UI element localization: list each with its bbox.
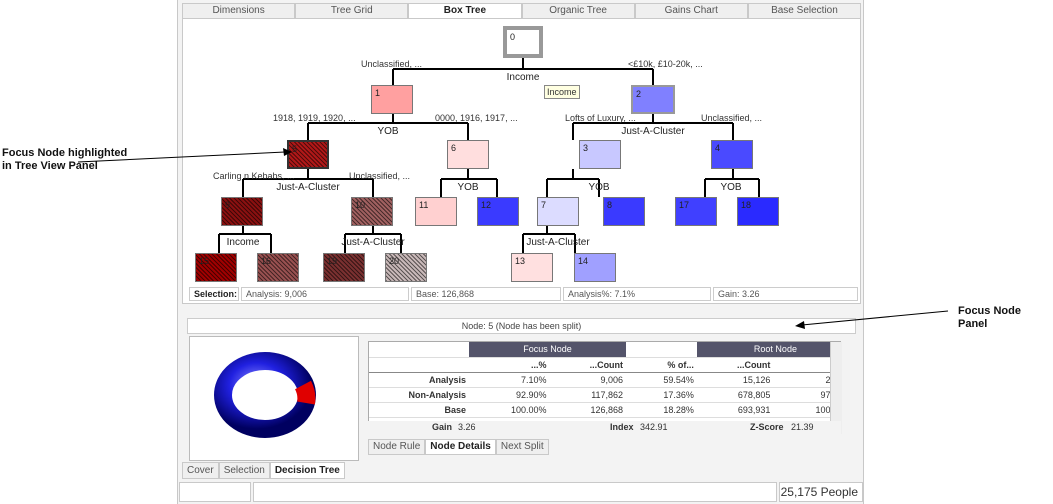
selection-gain: Gain: 3.26 bbox=[713, 287, 858, 301]
branch-label: 1918, 1919, 1920, ... bbox=[273, 113, 356, 123]
tree-node-11[interactable]: 11 bbox=[415, 197, 457, 226]
tab-box-tree[interactable]: Box Tree bbox=[408, 3, 522, 19]
table-group-header: Focus Node Root Node bbox=[369, 342, 830, 358]
table-row[interactable]: Base 100.00%126,86818.28%693,931100.00% bbox=[369, 402, 830, 418]
tab-dimensions[interactable]: Dimensions bbox=[182, 3, 296, 19]
split-var-n5: Just-A-Cluster bbox=[276, 182, 340, 193]
selection-base: Base: 126,868 bbox=[411, 287, 561, 301]
tree-node-9[interactable]: 9 bbox=[221, 197, 263, 226]
branch-label: Unclassified, ... bbox=[701, 113, 763, 123]
col-header: % of... bbox=[626, 357, 697, 373]
gain-value: 3.26 bbox=[458, 422, 476, 432]
tree-node-2[interactable]: 2 bbox=[631, 85, 675, 114]
tree-node-5-focus[interactable]: 5 bbox=[287, 140, 329, 169]
split-var-n4: YOB bbox=[720, 182, 742, 193]
col-header: ...% bbox=[469, 357, 550, 373]
split-var-n3: YOB bbox=[588, 182, 610, 193]
selection-analysis: Analysis: 9,006 bbox=[241, 287, 409, 301]
focus-subtabs: Node Rule Node Details Next Split bbox=[368, 439, 549, 455]
focus-node-panel: Node: 5 (Node has been split) Focus Node… bbox=[182, 309, 861, 461]
tree-node-15[interactable]: 15 bbox=[195, 253, 237, 282]
donut-ring bbox=[214, 352, 316, 438]
tooltip: Income bbox=[544, 85, 580, 99]
split-var-n7: Just-A-Cluster bbox=[526, 237, 590, 248]
col-header: ...% bbox=[773, 357, 830, 373]
top-tabs: Dimensions Tree Grid Box Tree Organic Tr… bbox=[182, 3, 862, 19]
donut-analysis-slice bbox=[294, 380, 316, 405]
tree-node-16[interactable]: 16 bbox=[257, 253, 299, 282]
split-var-n9: Income bbox=[226, 237, 260, 248]
annotation-tree-text: Focus Node highlighted in Tree View Pane… bbox=[2, 147, 128, 172]
tab-base-selection[interactable]: Base Selection bbox=[747, 3, 862, 19]
annotation-tree: Focus Node highlighted in Tree View Pane… bbox=[2, 147, 127, 173]
tree-node-19[interactable]: 19 bbox=[323, 253, 365, 282]
stats-table: Focus Node Root Node ...% ...Count % of.… bbox=[369, 342, 830, 418]
branch-label: 0000, 1916, 1917, ... bbox=[435, 113, 518, 123]
tab-tree-grid[interactable]: Tree Grid bbox=[295, 3, 409, 19]
branch-label: <£10k, £10-20k, ... bbox=[628, 59, 703, 69]
branch-label: Unclassified, ... bbox=[349, 171, 411, 181]
branch-label: Lofts of Luxury, ... bbox=[565, 113, 636, 123]
tree-node-7[interactable]: 7 bbox=[537, 197, 579, 226]
tree-node-3[interactable]: 3 bbox=[579, 140, 621, 169]
tab-selection[interactable]: Selection bbox=[218, 462, 270, 479]
table-column-header: ...% ...Count % of... ...Count ...% bbox=[369, 357, 830, 373]
z-score-value: 21.39 bbox=[791, 422, 814, 432]
table-row[interactable]: Analysis 7.10%9,00659.54%15,1262.18% bbox=[369, 372, 830, 388]
tree-node-14[interactable]: 14 bbox=[574, 253, 616, 282]
tree-node-17[interactable]: 17 bbox=[675, 197, 717, 226]
col-header: ...Count bbox=[549, 357, 627, 373]
tree-node-1[interactable]: 1 bbox=[371, 85, 413, 114]
tree-node-8[interactable]: 8 bbox=[603, 197, 645, 226]
donut-chart bbox=[189, 336, 359, 461]
screenshot: Focus Node highlighted in Tree View Pane… bbox=[0, 0, 1053, 504]
tab-next-split[interactable]: Next Split bbox=[495, 439, 549, 455]
app-window: Dimensions Tree Grid Box Tree Organic Tr… bbox=[177, 0, 864, 504]
status-cell bbox=[179, 482, 251, 502]
tab-node-details[interactable]: Node Details bbox=[425, 439, 496, 455]
selection-label: Selection: bbox=[189, 287, 239, 301]
status-cell bbox=[253, 482, 777, 502]
tab-gains-chart[interactable]: Gains Chart bbox=[634, 3, 748, 19]
tree-node-20[interactable]: 20 bbox=[385, 253, 427, 282]
split-var-n1: YOB bbox=[377, 126, 399, 137]
split-var-n2: Just-A-Cluster bbox=[621, 126, 685, 137]
tree-connectors bbox=[218, 58, 760, 253]
node-details-grid: Focus Node Root Node ...% ...Count % of.… bbox=[368, 341, 842, 434]
selection-bar: Selection: Analysis: 9,006 Base: 126,868… bbox=[189, 287, 858, 301]
bottom-tabs: Cover Selection Decision Tree bbox=[182, 462, 345, 479]
gain-row: Gain 3.26 Index 342.91 Z-Score 21.39 bbox=[368, 421, 841, 435]
tree-node-6[interactable]: 6 bbox=[447, 140, 489, 169]
index-label: Index bbox=[610, 422, 634, 432]
z-score-label: Z-Score bbox=[750, 422, 784, 432]
branch-label: Unclassified, ... bbox=[361, 59, 423, 69]
tab-cover[interactable]: Cover bbox=[182, 462, 219, 479]
selection-analysis-pct: Analysis%: 7.1% bbox=[563, 287, 711, 301]
split-var-root: Income bbox=[506, 72, 540, 83]
people-count: 25,175 People bbox=[779, 482, 863, 502]
tree-view-panel: 0 1 2 3 4 5 6 7 8 9 10 11 12 13 14 15 16… bbox=[182, 18, 861, 304]
tab-organic-tree[interactable]: Organic Tree bbox=[521, 3, 635, 19]
status-bar: 25,175 People bbox=[179, 482, 863, 502]
donut-svg bbox=[214, 352, 316, 438]
tree-node-13[interactable]: 13 bbox=[511, 253, 553, 282]
annotation-panel: Focus Node Panel bbox=[958, 305, 1021, 330]
split-var-n10: Just-A-Cluster bbox=[341, 237, 405, 248]
focus-node-title: Node: 5 (Node has been split) bbox=[187, 318, 856, 334]
tree-node-4[interactable]: 4 bbox=[711, 140, 753, 169]
tree-node-0[interactable]: 0 bbox=[503, 26, 543, 58]
branch-label: Carling n Kebabs, ... bbox=[213, 171, 295, 181]
tab-node-rule[interactable]: Node Rule bbox=[368, 439, 426, 455]
table-row[interactable]: Non-Analysis 92.90% 117,862 17.36% 678,805 9… bbox=[369, 387, 830, 403]
tree-node-12[interactable]: 12 bbox=[477, 197, 519, 226]
tab-decision-tree[interactable]: Decision Tree bbox=[269, 462, 345, 479]
root-node-header: Root Node bbox=[696, 342, 830, 358]
col-header: ...Count bbox=[696, 357, 774, 373]
focus-node-header: Focus Node bbox=[469, 342, 627, 358]
gain-label: Gain bbox=[432, 422, 453, 432]
split-var-n6: YOB bbox=[457, 182, 479, 193]
index-value: 342.91 bbox=[640, 422, 668, 432]
tree-node-18[interactable]: 18 bbox=[737, 197, 779, 226]
tree-node-10[interactable]: 10 bbox=[351, 197, 393, 226]
